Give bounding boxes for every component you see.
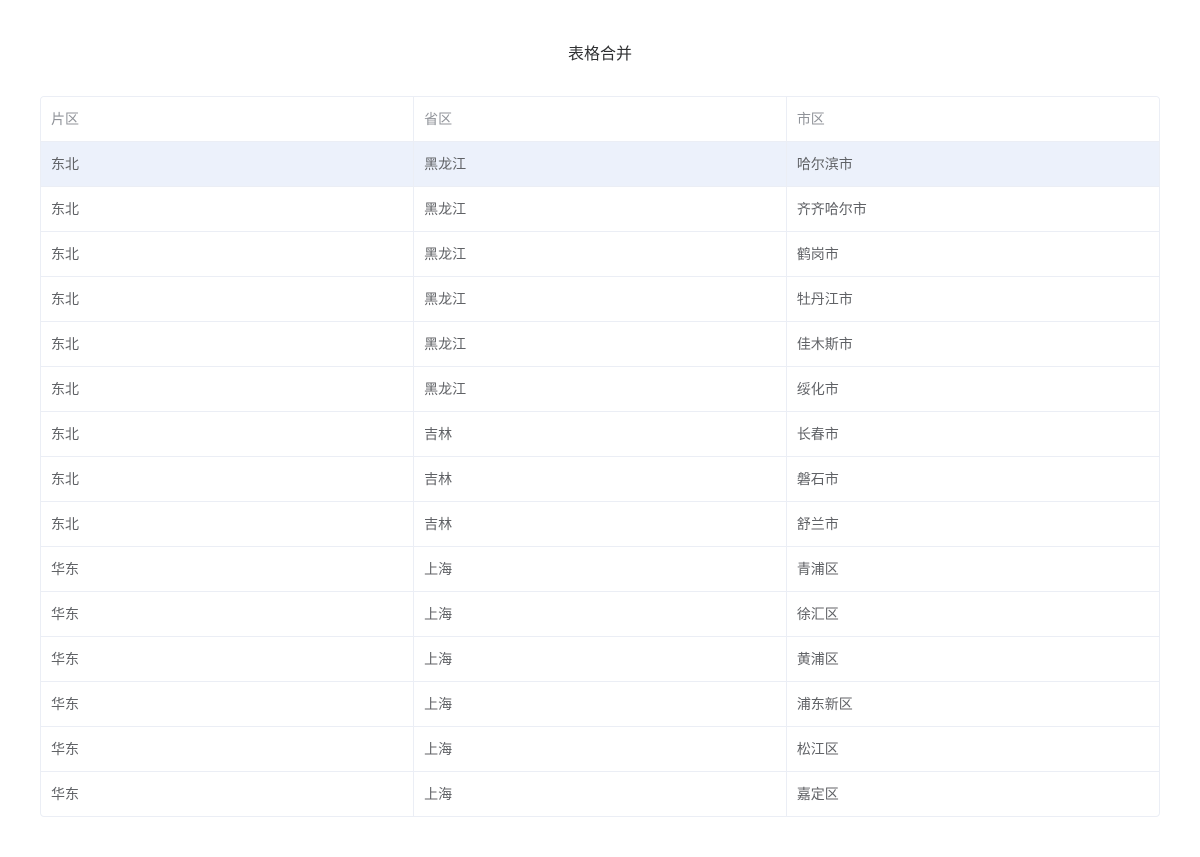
cell-city: 哈尔滨市 xyxy=(786,142,1159,187)
cell-province: 吉林 xyxy=(414,457,787,502)
cell-city: 徐汇区 xyxy=(786,592,1159,637)
table-row: 华东上海徐汇区 xyxy=(41,592,1159,637)
cell-province: 黑龙江 xyxy=(414,232,787,277)
cell-province: 黑龙江 xyxy=(414,142,787,187)
cell-province: 吉林 xyxy=(414,412,787,457)
header-city: 市区 xyxy=(786,97,1159,142)
table-row: 华东上海青浦区 xyxy=(41,547,1159,592)
cell-region: 东北 xyxy=(41,322,414,367)
table-row: 东北黑龙江鹤岗市 xyxy=(41,232,1159,277)
cell-region: 东北 xyxy=(41,277,414,322)
cell-city: 长春市 xyxy=(786,412,1159,457)
cell-region: 东北 xyxy=(41,502,414,547)
cell-city: 绥化市 xyxy=(786,367,1159,412)
table-row: 华东上海松江区 xyxy=(41,727,1159,772)
table-row: 东北黑龙江齐齐哈尔市 xyxy=(41,187,1159,232)
table-header-row: 片区 省区 市区 xyxy=(41,97,1159,142)
table-row: 东北吉林磐石市 xyxy=(41,457,1159,502)
cell-province: 上海 xyxy=(414,637,787,682)
cell-city: 牡丹江市 xyxy=(786,277,1159,322)
cell-region: 华东 xyxy=(41,637,414,682)
table-row: 华东上海嘉定区 xyxy=(41,772,1159,817)
table-row: 东北黑龙江绥化市 xyxy=(41,367,1159,412)
cell-city: 佳木斯市 xyxy=(786,322,1159,367)
cell-province: 上海 xyxy=(414,592,787,637)
table-row: 东北吉林长春市 xyxy=(41,412,1159,457)
cell-region: 华东 xyxy=(41,592,414,637)
cell-region: 东北 xyxy=(41,187,414,232)
cell-city: 舒兰市 xyxy=(786,502,1159,547)
cell-province: 吉林 xyxy=(414,502,787,547)
cell-region: 东北 xyxy=(41,142,414,187)
table-row: 东北黑龙江哈尔滨市 xyxy=(41,142,1159,187)
cell-city: 齐齐哈尔市 xyxy=(786,187,1159,232)
cell-city: 黄浦区 xyxy=(786,637,1159,682)
table-row: 东北吉林舒兰市 xyxy=(41,502,1159,547)
cell-city: 浦东新区 xyxy=(786,682,1159,727)
table-row: 东北黑龙江牡丹江市 xyxy=(41,277,1159,322)
cell-province: 黑龙江 xyxy=(414,322,787,367)
table-row: 东北黑龙江佳木斯市 xyxy=(41,322,1159,367)
header-region: 片区 xyxy=(41,97,414,142)
cell-province: 上海 xyxy=(414,682,787,727)
cell-city: 青浦区 xyxy=(786,547,1159,592)
table-row: 华东上海浦东新区 xyxy=(41,682,1159,727)
cell-region: 华东 xyxy=(41,772,414,817)
table-row: 华东上海黄浦区 xyxy=(41,637,1159,682)
cell-region: 东北 xyxy=(41,232,414,277)
cell-region: 东北 xyxy=(41,412,414,457)
cell-province: 黑龙江 xyxy=(414,187,787,232)
cell-city: 鹤岗市 xyxy=(786,232,1159,277)
cell-region: 华东 xyxy=(41,682,414,727)
cell-province: 黑龙江 xyxy=(414,367,787,412)
cell-province: 上海 xyxy=(414,772,787,817)
cell-province: 上海 xyxy=(414,547,787,592)
cell-province: 上海 xyxy=(414,727,787,772)
cell-city: 嘉定区 xyxy=(786,772,1159,817)
table-wrapper: 片区 省区 市区 东北黑龙江哈尔滨市东北黑龙江齐齐哈尔市东北黑龙江鹤岗市东北黑龙… xyxy=(40,96,1160,817)
cell-province: 黑龙江 xyxy=(414,277,787,322)
data-table: 片区 省区 市区 东北黑龙江哈尔滨市东北黑龙江齐齐哈尔市东北黑龙江鹤岗市东北黑龙… xyxy=(41,97,1159,816)
cell-region: 华东 xyxy=(41,547,414,592)
cell-region: 华东 xyxy=(41,727,414,772)
cell-region: 东北 xyxy=(41,367,414,412)
cell-region: 东北 xyxy=(41,457,414,502)
cell-city: 松江区 xyxy=(786,727,1159,772)
cell-city: 磐石市 xyxy=(786,457,1159,502)
header-province: 省区 xyxy=(414,97,787,142)
page-title: 表格合并 xyxy=(40,40,1160,64)
